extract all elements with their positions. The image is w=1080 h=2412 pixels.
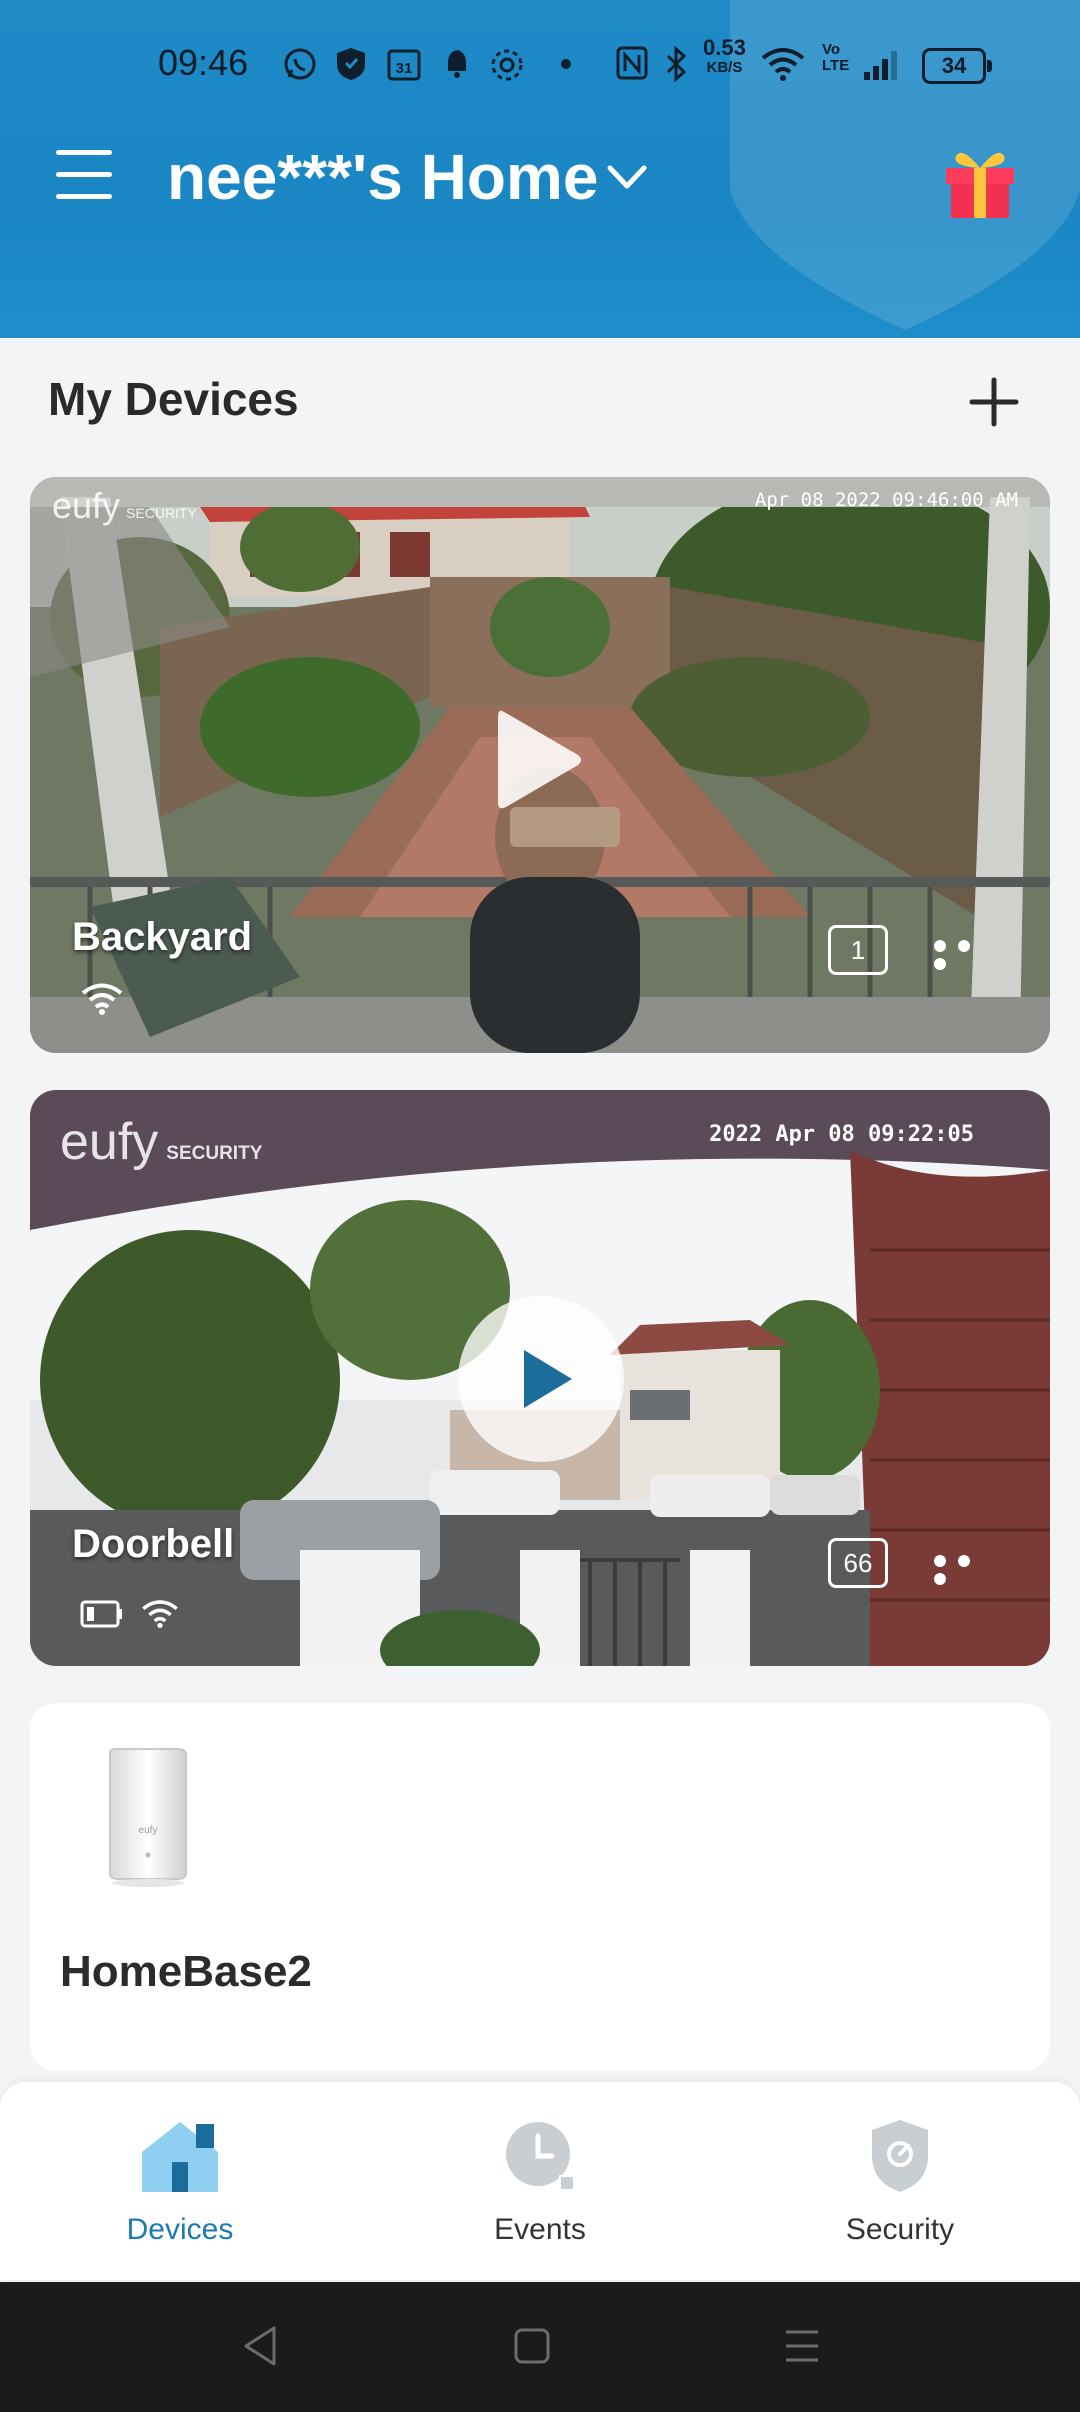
tab-devices[interactable]: Devices [70, 2118, 290, 2247]
chevron-down-icon[interactable] [604, 160, 650, 194]
device-name: Backyard [72, 915, 253, 959]
svg-text:eufy: eufy [139, 1825, 158, 1836]
tab-events[interactable]: Events [430, 2118, 650, 2247]
device-card-homebase[interactable]: eufy HomeBase2 [30, 1703, 1050, 2071]
wifi-signal-icon [761, 48, 805, 81]
nfc-icon [616, 46, 648, 80]
play-icon[interactable] [492, 705, 588, 815]
event-count-badge[interactable]: 66 [828, 1538, 888, 1588]
device-name: HomeBase2 [60, 1947, 312, 1996]
bluetooth-icon [666, 46, 687, 82]
sync-icon [491, 49, 523, 81]
wifi-icon [142, 1600, 178, 1628]
battery-indicator: 34 [922, 48, 992, 84]
recents-icon[interactable] [782, 2324, 822, 2368]
tab-label: Events [494, 2213, 586, 2246]
tab-label: Security [845, 2213, 955, 2246]
my-devices-heading: My Devices [48, 373, 299, 425]
camera-timestamp: Apr 08 2022 09:46:00 AM [754, 489, 1018, 511]
svg-text:31: 31 [396, 60, 413, 77]
status-time: 09:46 [158, 42, 249, 83]
more-options-button[interactable] [934, 939, 1004, 970]
back-icon[interactable] [240, 2324, 280, 2368]
device-card-backyard[interactable]: eufy SECURITY Apr 08 2022 09:46:00 AM Bac… [30, 477, 1050, 1053]
battery-icon [80, 1600, 122, 1628]
menu-button[interactable] [56, 150, 112, 206]
dot-icon [561, 59, 571, 69]
eufy-logo: eufy SECURITY [60, 1113, 263, 1171]
event-count-badge[interactable]: 1 [828, 925, 888, 975]
notification-bell-icon [448, 50, 466, 78]
gift-icon[interactable] [940, 142, 1020, 222]
add-device-button[interactable] [966, 374, 1022, 430]
home-selector-title[interactable]: nee***'s Home [167, 140, 598, 214]
tab-label: Devices [126, 2213, 234, 2246]
net-speed: 0.53 KB/S [703, 35, 746, 77]
whatsapp-icon [284, 48, 316, 80]
status-bar: 09:46 31 0.53 KB/S Vo LTE 34 [0, 30, 1080, 100]
homebase-device-image: eufy [109, 1748, 187, 1887]
home-nav-icon[interactable] [512, 2324, 552, 2368]
app-header: 09:46 31 0.53 KB/S Vo LTE 34 nee***'s Ho… [0, 0, 1080, 338]
calendar-icon: 31 [387, 49, 421, 81]
wifi-icon [81, 983, 123, 1015]
bottom-navigation: Devices Events Security [0, 2082, 1080, 2280]
more-options-button[interactable] [934, 1554, 1004, 1585]
device-card-doorbell[interactable]: eufy SECURITY 2022 Apr 08 09:22:05 Doorbe… [30, 1090, 1050, 1666]
home-icon [142, 2122, 218, 2192]
eufy-logo: eufy SECURITY [52, 485, 197, 526]
shield-icon [872, 2120, 928, 2192]
tab-security[interactable]: Security [790, 2118, 1010, 2247]
device-name: Doorbell [72, 1522, 235, 1566]
volte-label: Vo LTE [822, 41, 850, 74]
security-shield-icon [337, 48, 365, 80]
clock-icon [506, 2122, 575, 2191]
cell-signal-icon [864, 51, 897, 80]
play-icon[interactable] [456, 1294, 626, 1464]
system-navigation-bar [0, 2282, 1080, 2412]
camera-timestamp: 2022 Apr 08 09:22:05 [709, 1122, 974, 1147]
